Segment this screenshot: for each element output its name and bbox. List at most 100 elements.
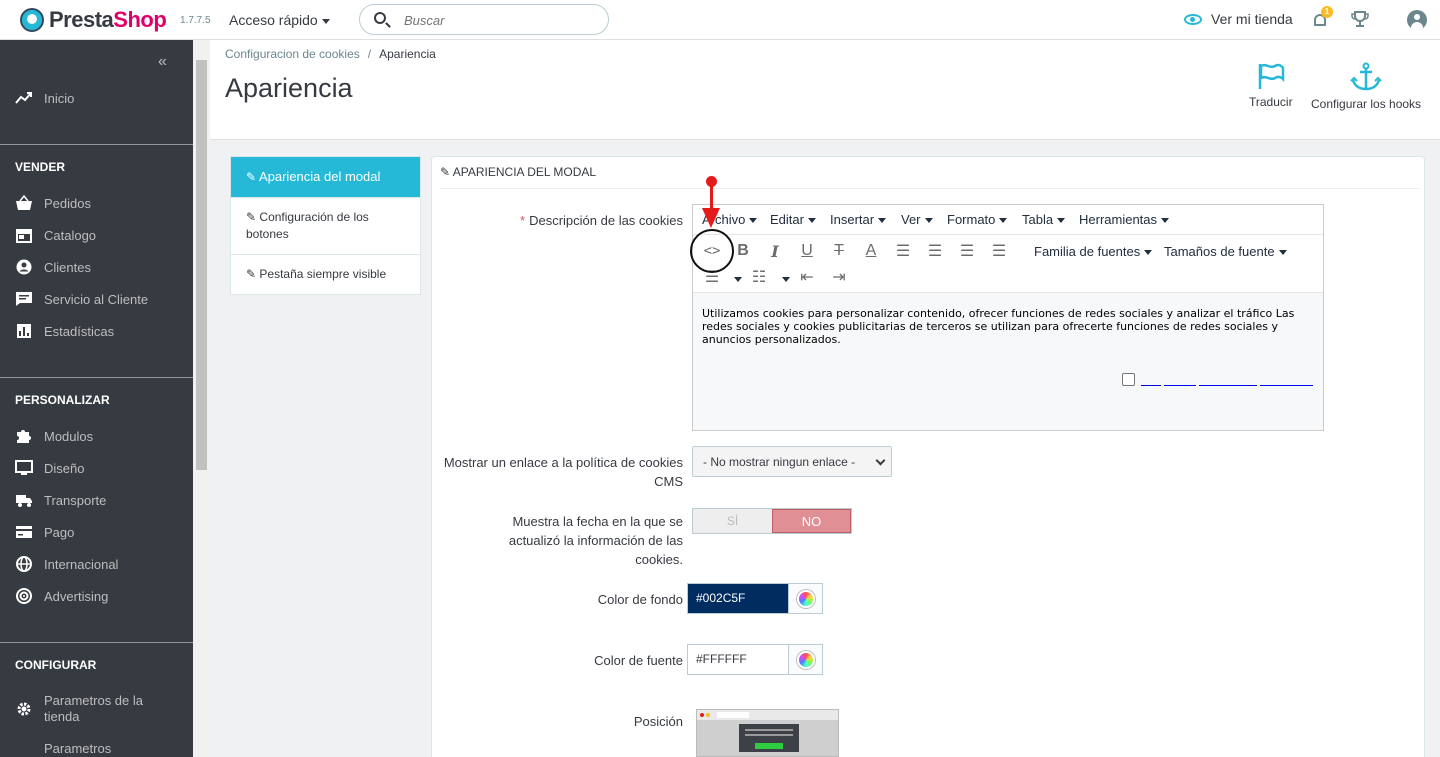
- menu-ver[interactable]: Ver: [901, 212, 933, 227]
- search-box[interactable]: [359, 4, 609, 35]
- text-color-icon[interactable]: A: [859, 239, 883, 263]
- outdent-icon[interactable]: ⇤: [795, 265, 819, 289]
- editor-link[interactable]: [1260, 385, 1313, 386]
- font-color-input[interactable]: #FFFFFF: [688, 645, 788, 674]
- annotation-arrow-dot: [706, 176, 717, 187]
- caret-down-icon[interactable]: [734, 277, 742, 282]
- sidebar-item-parametros[interactable]: Parametros: [44, 741, 111, 756]
- bold-icon[interactable]: B: [731, 239, 755, 263]
- align-left-icon[interactable]: ☰: [891, 239, 915, 263]
- editor-content-area[interactable]: Utilizamos cookies para personalizar con…: [693, 292, 1323, 430]
- sidebar-scrollbar-thumb[interactable]: [196, 60, 207, 470]
- italic-icon[interactable]: I: [763, 239, 787, 263]
- anchor-icon: [1350, 62, 1382, 91]
- color-wheel-icon: [796, 589, 815, 608]
- menu-label: Formato: [947, 212, 996, 227]
- menu-label: Herramientas: [1079, 212, 1158, 227]
- chat-icon: [16, 292, 32, 306]
- editor-text[interactable]: Utilizamos cookies para personalizar con…: [702, 307, 1312, 346]
- view-shop-link[interactable]: Ver mi tienda: [1184, 11, 1293, 27]
- caret-down-icon: [807, 218, 816, 224]
- switch-no[interactable]: NO: [771, 509, 851, 533]
- caret-down-icon[interactable]: [782, 277, 790, 282]
- sidebar-item-catalogo[interactable]: Catalogo: [15, 227, 96, 243]
- sidebar-item-clientes[interactable]: Clientes: [15, 259, 91, 275]
- translate-button[interactable]: Traducir: [1249, 62, 1293, 109]
- radar-icon: [16, 588, 32, 604]
- desktop-icon: [15, 460, 33, 475]
- menu-label: Insertar: [830, 212, 875, 227]
- trophy-icon[interactable]: [1351, 10, 1369, 28]
- color-picker-button[interactable]: [788, 645, 822, 674]
- cms-link-select[interactable]: - No mostrar ningun enlace -: [692, 446, 892, 477]
- numbered-list-icon[interactable]: ☷: [747, 265, 771, 289]
- align-right-icon[interactable]: ☰: [955, 239, 979, 263]
- font-size-dropdown[interactable]: Tamaños de fuente: [1164, 244, 1287, 259]
- tab-label: Apariencia del modal: [258, 169, 381, 184]
- sidebar-divider: [0, 377, 193, 378]
- prestashop-logo[interactable]: PrestaShop: [20, 7, 167, 33]
- tab-configuracion-botones[interactable]: ✎ Configuración de los botones: [231, 198, 420, 255]
- underline-icon[interactable]: U: [795, 239, 819, 263]
- tab-apariencia-modal[interactable]: ✎ Apariencia del modal: [231, 157, 420, 198]
- search-icon[interactable]: [374, 12, 386, 24]
- sidebar-item-estadisticas[interactable]: Estadísticas: [15, 323, 114, 339]
- sidebar-item-label: Clientes: [44, 259, 91, 275]
- sidebar-item-transporte[interactable]: Transporte: [15, 492, 106, 508]
- switch-yes[interactable]: SÍ: [693, 509, 772, 533]
- quick-access-dropdown[interactable]: Acceso rápido: [229, 12, 330, 28]
- bg-color-input[interactable]: #002C5F: [688, 584, 788, 613]
- sidebar-item-label: Modulos: [44, 428, 94, 444]
- font-family-dropdown[interactable]: Familia de fuentes: [1034, 244, 1153, 259]
- collapse-sidebar-icon[interactable]: «: [158, 53, 167, 71]
- caret-down-icon: [1144, 250, 1153, 256]
- font-color-field[interactable]: #FFFFFF: [687, 644, 823, 675]
- pencil-icon: ✎: [246, 170, 257, 184]
- editor-link[interactable]: [1164, 385, 1196, 386]
- indent-icon[interactable]: ⇥: [827, 265, 851, 289]
- position-option-center[interactable]: [696, 709, 839, 757]
- justify-icon[interactable]: ☰: [987, 239, 1011, 263]
- menu-label: Ver: [901, 212, 921, 227]
- configure-hooks-button[interactable]: Configurar los hooks: [1311, 62, 1421, 111]
- sidebar-item-modulos[interactable]: Modulos: [15, 428, 93, 444]
- sidebar-item-label: Catalogo: [44, 227, 97, 243]
- tab-pestana-visible[interactable]: ✎ Pestaña siempre visible: [231, 255, 420, 294]
- editor-link[interactable]: [1141, 385, 1161, 386]
- menu-formato[interactable]: Formato: [947, 212, 1008, 227]
- date-label: Muestra la fecha en la que se actualizó …: [508, 514, 683, 567]
- pencil-icon: ✎: [246, 210, 257, 224]
- sidebar-item-internacional[interactable]: Internacional: [15, 556, 118, 572]
- sidebar-item-pago[interactable]: Pago: [15, 524, 74, 540]
- notifications-button[interactable]: 1: [1312, 6, 1333, 28]
- preview-button: [755, 743, 783, 749]
- menu-tabla[interactable]: Tabla: [1022, 212, 1066, 227]
- sidebar-item-label: Transporte: [44, 492, 107, 508]
- color-wheel-icon: [796, 650, 815, 669]
- breadcrumb-link[interactable]: Configuracion de cookies: [225, 47, 360, 61]
- editor-link[interactable]: [1199, 385, 1257, 386]
- sidebar-item-advertising[interactable]: Advertising: [15, 588, 108, 604]
- breadcrumb-separator: /: [367, 47, 372, 61]
- caret-down-icon: [1278, 250, 1287, 256]
- rich-text-editor[interactable]: Archivo Editar Insertar Ver Formato Tabl…: [692, 204, 1324, 431]
- sidebar-item-diseno[interactable]: Diseño: [15, 460, 84, 476]
- sidebar-item-inicio[interactable]: Inicio: [15, 90, 74, 106]
- user-avatar-icon[interactable]: [1407, 10, 1427, 30]
- sidebar-item-parametros-tienda[interactable]: Parametros de la tienda: [15, 693, 185, 725]
- menu-editar[interactable]: Editar: [770, 212, 816, 227]
- search-input[interactable]: [404, 11, 594, 29]
- color-picker-button[interactable]: [788, 584, 822, 613]
- menu-insertar[interactable]: Insertar: [830, 212, 887, 227]
- sidebar-item-pedidos[interactable]: Pedidos: [15, 195, 91, 211]
- bg-color-field[interactable]: #002C5F: [687, 583, 823, 614]
- menu-herramientas[interactable]: Herramientas: [1079, 212, 1170, 227]
- sidebar-item-servicio[interactable]: Servicio al Cliente: [15, 291, 148, 307]
- quick-access-label: Acceso rápido: [229, 12, 318, 28]
- annotation-circle: [690, 229, 734, 273]
- strikethrough-icon[interactable]: T: [827, 239, 851, 263]
- editor-checkbox[interactable]: [1122, 373, 1135, 386]
- align-center-icon[interactable]: ☰: [923, 239, 947, 263]
- date-toggle[interactable]: SÍ NO: [692, 508, 852, 534]
- sidebar-item-label: Parametros de la tienda: [44, 693, 143, 724]
